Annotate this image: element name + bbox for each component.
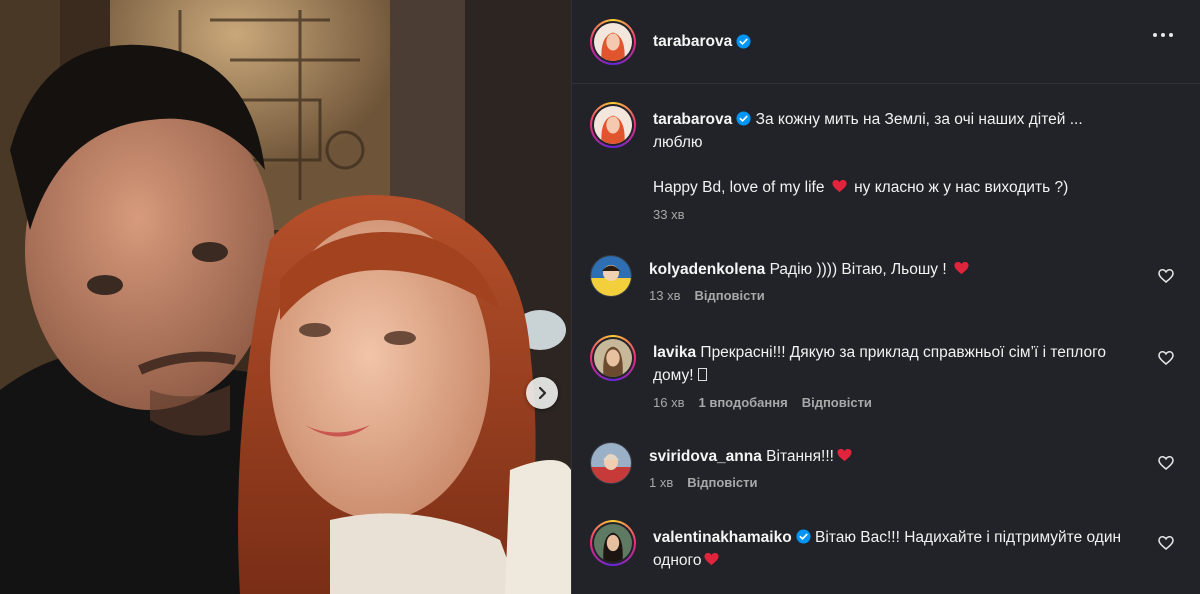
author-username[interactable]: tarabarova	[653, 33, 732, 51]
comment-content: Радію )))) Вітаю, Льошу !	[769, 261, 947, 278]
comment-meta: 16 хв 1 вподобання Відповісти	[653, 395, 1182, 410]
comment-body: sviridova_anna Вітання!!! 1 хв Відповіст…	[649, 442, 1182, 490]
commenter-avatar-image	[591, 256, 631, 296]
comment-item: sviridova_anna Вітання!!! 1 хв Відповіст…	[590, 442, 1182, 490]
comment-content: Прекрасні!!! Дякую за приклад справжньої…	[653, 344, 1107, 384]
red-heart-emoji-icon	[837, 448, 852, 462]
reply-button[interactable]: Відповісти	[687, 475, 757, 490]
post-side-panel: tarabarova tarabarova За кожну мить на З…	[571, 0, 1200, 594]
comment-text: sviridova_anna Вітання!!!	[649, 445, 1182, 468]
comment-time[interactable]: 1 хв	[649, 475, 673, 490]
commenter-avatar[interactable]	[590, 520, 636, 566]
author-avatar-image	[594, 22, 632, 61]
comment-item: valentinakhamaiko Вітаю Вас!!! Надихайте…	[590, 520, 1182, 572]
more-horizontal-icon	[1153, 33, 1157, 37]
red-heart-emoji-icon	[704, 552, 719, 566]
comment-body: lavika Прекрасні!!! Дякую за приклад спр…	[653, 335, 1182, 410]
comment-time[interactable]: 16 хв	[653, 395, 684, 410]
comment-body: kolyadenkolena Радію )))) Вітаю, Льошу !…	[649, 255, 1182, 303]
comment-text: kolyadenkolena Радію )))) Вітаю, Льошу !	[649, 258, 1182, 281]
comment-meta: 13 хв Відповісти	[649, 288, 1182, 303]
commenter-avatar[interactable]	[590, 442, 632, 484]
heart-outline-icon	[1158, 456, 1174, 470]
verified-badge-icon	[736, 34, 751, 49]
selfie-photo-image	[0, 0, 571, 594]
commenter-avatar[interactable]	[590, 255, 632, 297]
reply-button[interactable]: Відповісти	[802, 395, 872, 410]
like-comment-button[interactable]	[1158, 535, 1174, 551]
comments-list[interactable]: tarabarova За кожну мить на Землі, за оч…	[572, 84, 1200, 594]
heart-outline-icon	[1158, 536, 1174, 550]
comment-username[interactable]: sviridova_anna	[649, 448, 762, 465]
caption-author-avatar[interactable]	[590, 102, 636, 148]
like-comment-button[interactable]	[1158, 268, 1174, 284]
commenter-avatar-image	[594, 339, 632, 377]
caption-body: tarabarova За кожну мить на Землі, за оч…	[653, 102, 1182, 222]
caption-time[interactable]: 33 хв	[653, 207, 684, 222]
comment-username[interactable]: lavika	[653, 344, 696, 361]
verified-badge-icon	[796, 529, 811, 544]
commenter-avatar[interactable]	[590, 335, 636, 381]
red-heart-emoji-icon	[954, 261, 969, 275]
chevron-right-icon	[538, 386, 547, 400]
caption-line-2: Happy Bd, love of my life ну класно ж у …	[653, 176, 1134, 199]
verified-badge-icon	[736, 111, 751, 126]
comment-item: lavika Прекрасні!!! Дякую за приклад спр…	[590, 335, 1182, 410]
comment-time[interactable]: 13 хв	[649, 288, 680, 303]
commenter-avatar-image	[591, 443, 631, 483]
commenter-avatar-image	[594, 524, 632, 562]
caption-line-2-start: Happy Bd, love of my life	[653, 179, 825, 196]
reply-button[interactable]: Відповісти	[694, 288, 764, 303]
comment-item: kolyadenkolena Радію )))) Вітаю, Льошу !…	[590, 255, 1182, 303]
post-photo[interactable]	[0, 0, 571, 594]
heart-outline-icon	[1158, 269, 1174, 283]
caption-meta: 33 хв	[653, 207, 1182, 222]
instagram-post-view: tarabarova tarabarova За кожну мить на З…	[0, 0, 1200, 594]
caption-username[interactable]: tarabarova	[653, 111, 732, 128]
caption-entry: tarabarova За кожну мить на Землі, за оч…	[590, 102, 1182, 222]
comment-text: valentinakhamaiko Вітаю Вас!!! Надихайте…	[653, 526, 1182, 572]
like-comment-button[interactable]	[1158, 455, 1174, 471]
heart-outline-icon	[1158, 351, 1174, 365]
carousel-next-button[interactable]	[526, 377, 558, 409]
author-avatar[interactable]	[590, 18, 636, 65]
missing-emoji-glyph-icon	[697, 368, 707, 381]
post-header: tarabarova	[572, 0, 1200, 84]
caption-line-2-end: ну класно ж у нас виходить ?)	[854, 179, 1069, 196]
caption-text: tarabarova За кожну мить на Землі, за оч…	[653, 108, 1182, 199]
caption-avatar-image	[594, 106, 632, 144]
comment-username[interactable]: valentinakhamaiko	[653, 529, 792, 546]
red-heart-emoji-icon	[832, 179, 847, 193]
more-options-button[interactable]	[1153, 33, 1173, 37]
comment-text: lavika Прекрасні!!! Дякую за приклад спр…	[653, 341, 1182, 387]
comment-meta: 1 хв Відповісти	[649, 475, 1182, 490]
likes-count[interactable]: 1 вподобання	[698, 395, 787, 410]
comment-username[interactable]: kolyadenkolena	[649, 261, 765, 278]
comment-content: Вітання!!!	[766, 448, 834, 465]
comment-body: valentinakhamaiko Вітаю Вас!!! Надихайте…	[653, 520, 1182, 572]
like-comment-button[interactable]	[1158, 350, 1174, 366]
